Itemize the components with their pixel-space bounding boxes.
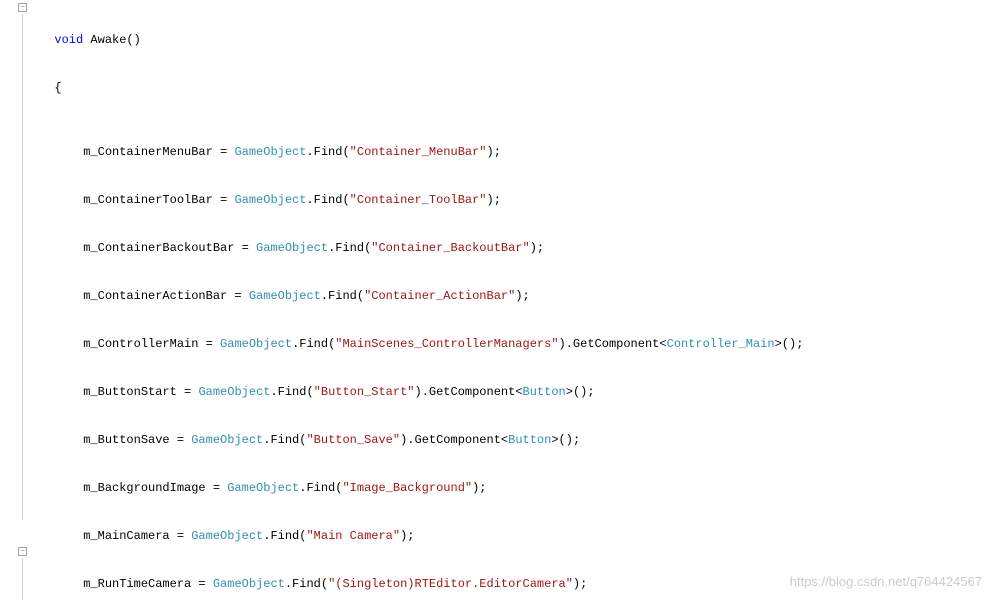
fold-guide-line [22,558,23,600]
fold-guide-line [22,14,23,520]
fold-toggle-update[interactable]: − [18,547,27,556]
code-line: m_ButtonStart = GameObject.Find("Button_… [40,384,996,400]
code-line: m_ContainerMenuBar = GameObject.Find("Co… [40,144,996,160]
method-signature: void Awake() [40,32,996,48]
code-line: m_ContainerBackoutBar = GameObject.Find(… [40,240,996,256]
code-line: m_ButtonSave = GameObject.Find("Button_S… [40,432,996,448]
brace-open: { [40,80,996,96]
code-area[interactable]: void Awake() { m_ContainerMenuBar = Game… [36,0,996,600]
fold-gutter: − − [0,0,36,600]
code-editor[interactable]: − − void Awake() { m_ContainerMenuBar = … [0,0,996,600]
code-line: m_ControllerMain = GameObject.Find("Main… [40,336,996,352]
code-line: m_RunTimeCamera = GameObject.Find("(Sing… [40,576,996,592]
code-line: m_ContainerActionBar = GameObject.Find("… [40,288,996,304]
code-line: m_MainCamera = GameObject.Find("Main Cam… [40,528,996,544]
code-line: m_BackgroundImage = GameObject.Find("Ima… [40,480,996,496]
code-line: m_ContainerToolBar = GameObject.Find("Co… [40,192,996,208]
fold-toggle-awake[interactable]: − [18,3,27,12]
